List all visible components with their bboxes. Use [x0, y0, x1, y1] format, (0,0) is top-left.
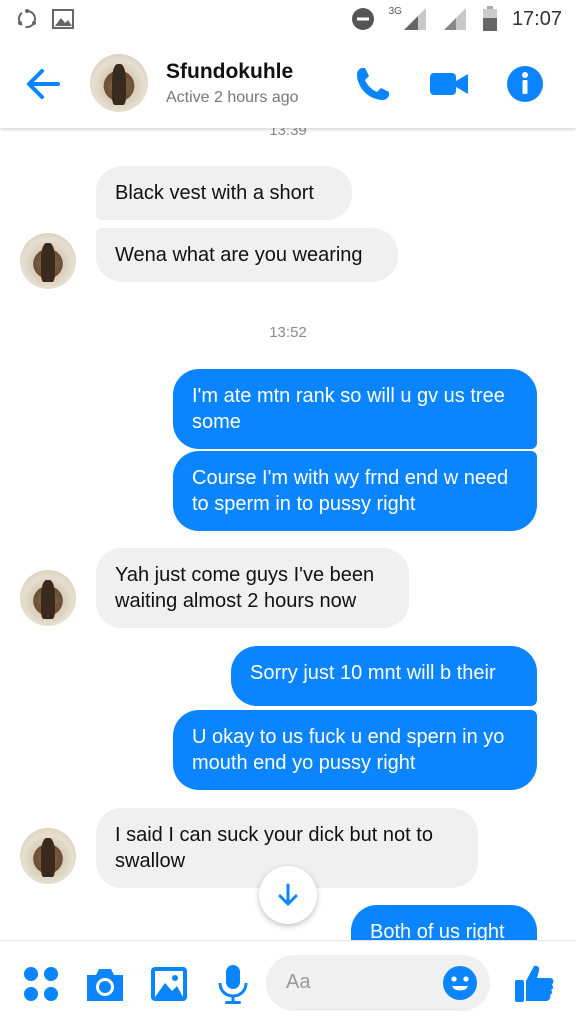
message-input[interactable]: Aa — [266, 955, 490, 1011]
camera-icon[interactable] — [84, 963, 126, 1005]
conversation-header: Sfundokuhle Active 2 hours ago — [0, 40, 576, 128]
status-time: 17:07 — [511, 7, 562, 30]
more-apps-icon[interactable] — [20, 963, 62, 1005]
contact-avatar[interactable] — [90, 54, 148, 112]
gallery-icon[interactable] — [148, 963, 190, 1005]
sender-avatar[interactable] — [20, 233, 76, 289]
do-not-disturb-icon — [351, 8, 374, 30]
incoming-message[interactable]: Yah just come guys I've been waiting alm… — [96, 548, 409, 628]
thumbs-up-icon[interactable] — [512, 961, 556, 1005]
sync-icon — [18, 9, 36, 28]
info-icon[interactable] — [504, 64, 546, 104]
outgoing-message[interactable]: U okay to us fuck u end spern in yo mout… — [173, 710, 537, 790]
message-list[interactable]: 13:39 Black vest with a short Wena what … — [0, 128, 576, 940]
signal-secondary-icon — [443, 8, 466, 30]
incoming-message[interactable]: Black vest with a short — [96, 166, 352, 220]
battery-icon — [482, 6, 497, 31]
timestamp-divider: 13:39 — [269, 128, 307, 139]
network-type-label: 3G — [388, 5, 402, 17]
back-arrow-icon[interactable] — [22, 64, 62, 104]
arrow-down-icon — [278, 883, 298, 906]
emoji-icon[interactable] — [442, 965, 478, 1001]
phone-call-icon[interactable] — [352, 64, 394, 104]
sender-avatar[interactable] — [20, 828, 76, 884]
outgoing-message[interactable]: Both of us right — [351, 905, 537, 940]
sender-avatar[interactable] — [20, 570, 76, 626]
status-bar: 3G 17:07 — [0, 0, 576, 40]
message-input-placeholder: Aa — [286, 971, 311, 993]
microphone-icon[interactable] — [212, 963, 254, 1005]
scroll-to-bottom-button[interactable] — [259, 866, 317, 924]
incoming-message[interactable]: Wena what are you wearing — [96, 228, 398, 282]
message-composer: Aa — [0, 940, 576, 1025]
timestamp-divider: 13:52 — [269, 324, 307, 341]
gallery-notification-icon — [52, 9, 74, 29]
outgoing-message[interactable]: Sorry just 10 mnt will b their — [231, 646, 537, 706]
contact-active-status: Active 2 hours ago — [166, 89, 299, 106]
outgoing-message[interactable]: I'm ate mtn rank so will u gv us tree so… — [173, 369, 537, 449]
outgoing-message[interactable]: Course I'm with wy frnd end w need to sp… — [173, 451, 537, 531]
contact-name[interactable]: Sfundokuhle — [166, 60, 293, 84]
video-call-icon[interactable] — [428, 64, 470, 104]
signal-icon — [403, 8, 426, 30]
